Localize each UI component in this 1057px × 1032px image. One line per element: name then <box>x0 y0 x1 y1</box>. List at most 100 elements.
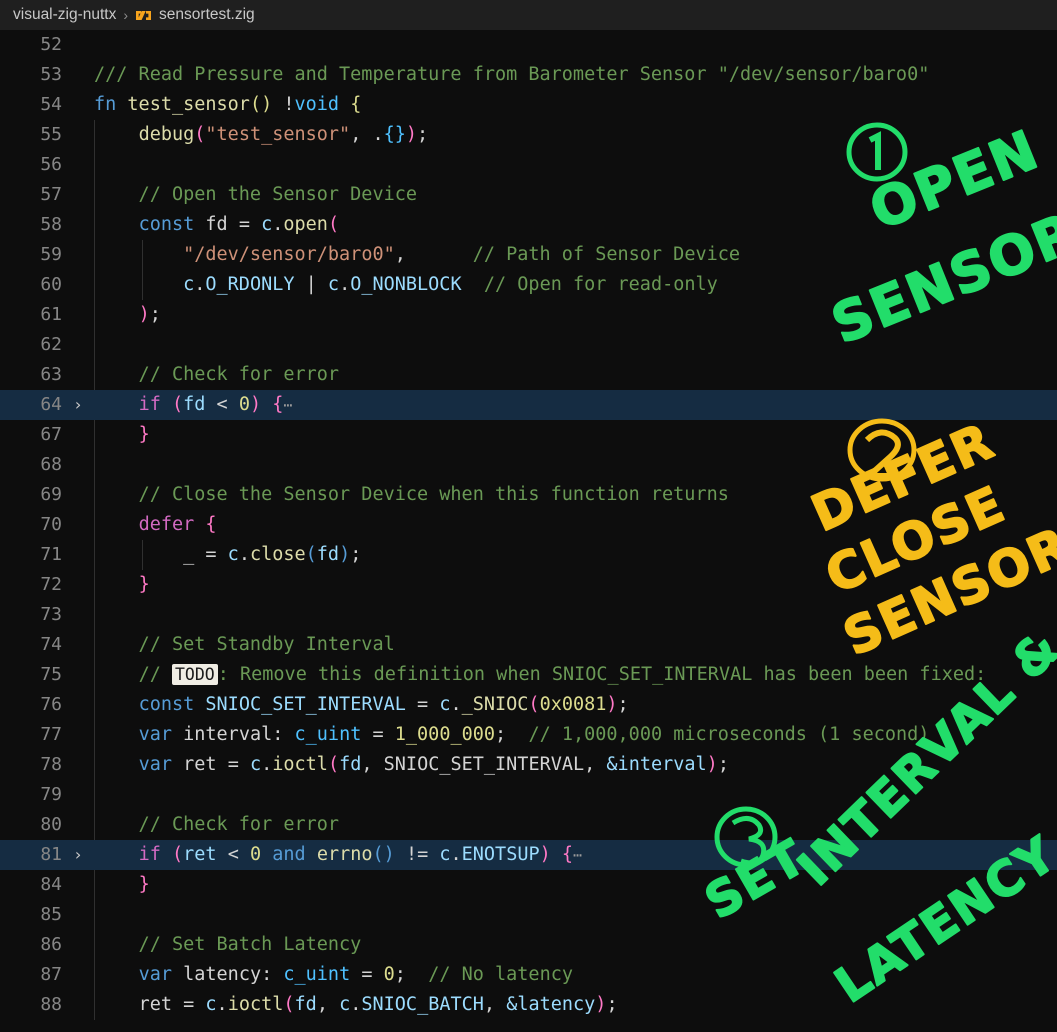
code-line[interactable]: 55 debug("test_sensor", .{}); <box>0 120 1057 150</box>
line-number: 56 <box>0 150 62 180</box>
code-line[interactable]: 73 <box>0 600 1057 630</box>
code-line[interactable]: 84 } <box>0 870 1057 900</box>
indent-guide <box>94 450 95 480</box>
code-line[interactable]: 85 <box>0 900 1057 930</box>
code-line[interactable]: 57 // Open the Sensor Device <box>0 180 1057 210</box>
fold-ellipsis-icon[interactable]: ⋯ <box>283 396 293 414</box>
line-code: } <box>94 870 150 900</box>
line-code: defer { <box>94 510 217 540</box>
line-code: "/dev/sensor/baro0", // Path of Sensor D… <box>94 240 740 270</box>
line-number: 52 <box>0 30 62 60</box>
line-code: var latency: c_uint = 0; // No latency <box>94 960 573 990</box>
line-code: if (ret < 0 and errno() != c.ENOTSUP) {⋯ <box>94 840 583 870</box>
line-code: ); <box>94 300 161 330</box>
code-line[interactable]: 54 fn test_sensor() !void { <box>0 90 1057 120</box>
line-code: const fd = c.open( <box>94 210 339 240</box>
fold-ellipsis-icon[interactable]: ⋯ <box>573 846 583 864</box>
line-number: 74 <box>0 630 62 660</box>
folded-code-line[interactable]: 81 › if (ret < 0 and errno() != c.ENOTSU… <box>0 840 1057 870</box>
line-number: 79 <box>0 780 62 810</box>
code-line[interactable]: 88 ret = c.ioctl(fd, c.SNIOC_BATCH, &lat… <box>0 990 1057 1020</box>
code-line[interactable]: 69 // Close the Sensor Device when this … <box>0 480 1057 510</box>
line-code: /// Read Pressure and Temperature from B… <box>94 60 929 90</box>
breadcrumb-file[interactable]: sensortest.zig <box>159 6 255 24</box>
code-line[interactable]: 56 <box>0 150 1057 180</box>
code-line[interactable]: 62 <box>0 330 1057 360</box>
line-number: 62 <box>0 330 62 360</box>
line-number: 59 <box>0 240 62 270</box>
line-number: 87 <box>0 960 62 990</box>
line-number: 71 <box>0 540 62 570</box>
line-number: 60 <box>0 270 62 300</box>
line-number: 55 <box>0 120 62 150</box>
code-line[interactable]: 63 // Check for error <box>0 360 1057 390</box>
code-line[interactable]: 58 const fd = c.open( <box>0 210 1057 240</box>
comment-prefix: // <box>139 664 172 685</box>
breadcrumb: visual-zig-nuttx › sensortest.zig <box>0 0 1057 30</box>
line-number: 88 <box>0 990 62 1020</box>
code-line[interactable]: 74 // Set Standby Interval <box>0 630 1057 660</box>
indent-guide <box>94 900 95 930</box>
line-code: // Check for error <box>94 810 339 840</box>
line-number: 68 <box>0 450 62 480</box>
code-line[interactable]: 75 // TODO: Remove this definition when … <box>0 660 1057 690</box>
line-code: // Set Batch Latency <box>94 930 361 960</box>
line-number: 80 <box>0 810 62 840</box>
folded-code-line[interactable]: 64 › if (fd < 0) {⋯ <box>0 390 1057 420</box>
line-number: 85 <box>0 900 62 930</box>
line-code: // Check for error <box>94 360 339 390</box>
line-code: debug("test_sensor", .{}); <box>94 120 428 150</box>
line-number: 77 <box>0 720 62 750</box>
line-code: // Open the Sensor Device <box>94 180 417 210</box>
code-line[interactable]: 53 /// Read Pressure and Temperature fro… <box>0 60 1057 90</box>
code-line[interactable]: 80 // Check for error <box>0 810 1057 840</box>
code-line[interactable]: 86 // Set Batch Latency <box>0 930 1057 960</box>
line-number: 73 <box>0 600 62 630</box>
line-number: 75 <box>0 660 62 690</box>
chevron-right-icon[interactable]: › <box>68 390 88 420</box>
line-number: 58 <box>0 210 62 240</box>
line-code: c.O_RDONLY | c.O_NONBLOCK // Open for re… <box>94 270 718 300</box>
code-line[interactable]: 71 _ = c.close(fd); <box>0 540 1057 570</box>
editor-content[interactable]: 52 53 /// Read Pressure and Temperature … <box>0 30 1057 1032</box>
line-code: if (fd < 0) {⋯ <box>94 390 293 420</box>
code-line[interactable]: 79 <box>0 780 1057 810</box>
line-number: 69 <box>0 480 62 510</box>
code-line[interactable]: 52 <box>0 30 1057 60</box>
breadcrumb-separator-icon: › <box>123 7 128 23</box>
line-code: ret = c.ioctl(fd, c.SNIOC_BATCH, &latenc… <box>94 990 618 1020</box>
line-code: _ = c.close(fd); <box>94 540 361 570</box>
code-line[interactable]: 61 ); <box>0 300 1057 330</box>
line-number: 76 <box>0 690 62 720</box>
line-number: 67 <box>0 420 62 450</box>
indent-guide <box>94 330 95 360</box>
line-number: 61 <box>0 300 62 330</box>
code-line[interactable]: 87 var latency: c_uint = 0; // No latenc… <box>0 960 1057 990</box>
line-code: fn test_sensor() !void { <box>94 90 361 120</box>
todo-badge: TODO <box>172 664 218 685</box>
line-number: 63 <box>0 360 62 390</box>
code-line[interactable]: 78 var ret = c.ioctl(fd, SNIOC_SET_INTER… <box>0 750 1057 780</box>
chevron-right-icon[interactable]: › <box>68 840 88 870</box>
code-line[interactable]: 76 const SNIOC_SET_INTERVAL = c._SNIOC(0… <box>0 690 1057 720</box>
breadcrumb-project[interactable]: visual-zig-nuttx <box>13 6 116 24</box>
line-code: const SNIOC_SET_INTERVAL = c._SNIOC(0x00… <box>94 690 629 720</box>
code-line[interactable]: 59 "/dev/sensor/baro0", // Path of Senso… <box>0 240 1057 270</box>
code-line[interactable]: 77 var interval: c_uint = 1_000_000; // … <box>0 720 1057 750</box>
code-line[interactable]: 70 defer { <box>0 510 1057 540</box>
line-number: 70 <box>0 510 62 540</box>
indent-guide <box>94 150 95 180</box>
code-line[interactable]: 72 } <box>0 570 1057 600</box>
indent-guide <box>94 780 95 810</box>
code-line[interactable]: 60 c.O_RDONLY | c.O_NONBLOCK // Open for… <box>0 270 1057 300</box>
line-number: 57 <box>0 180 62 210</box>
line-number: 64 <box>0 390 62 420</box>
line-code: } <box>94 420 150 450</box>
line-code: // Close the Sensor Device when this fun… <box>94 480 729 510</box>
code-line[interactable]: 67 } <box>0 420 1057 450</box>
line-number: 72 <box>0 570 62 600</box>
code-line[interactable]: 68 <box>0 450 1057 480</box>
code-editor-window: visual-zig-nuttx › sensortest.zig 52 53 … <box>0 0 1057 1032</box>
line-number: 54 <box>0 90 62 120</box>
line-number: 86 <box>0 930 62 960</box>
